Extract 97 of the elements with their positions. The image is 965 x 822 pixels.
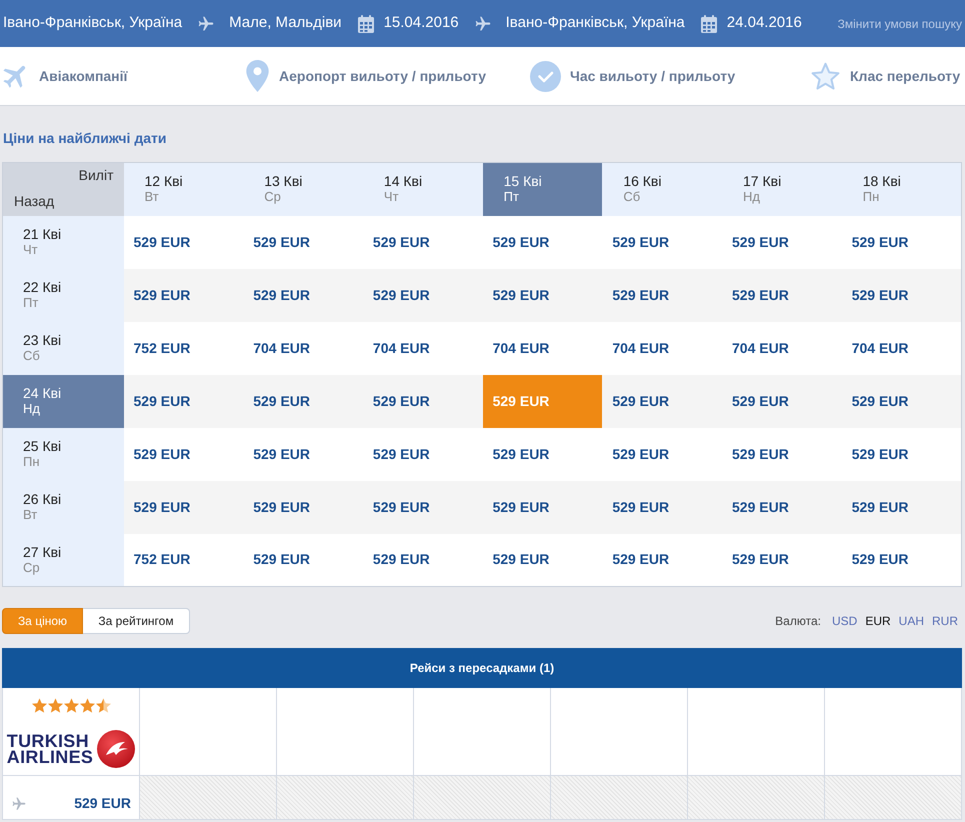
destination-city: Мале, Мальдіви xyxy=(229,13,342,34)
price-cell[interactable]: 752 EUR xyxy=(124,322,244,374)
price-cell[interactable]: 529 EUR xyxy=(482,428,602,480)
star-icon xyxy=(32,698,46,713)
price-cell[interactable]: 529 EUR xyxy=(362,374,483,428)
return-date-tab[interactable]: 26 Кві Вт xyxy=(2,480,124,534)
emblem-icon xyxy=(97,730,136,768)
price-cell[interactable]: 529 EUR xyxy=(842,428,962,480)
filter-tab[interactable]: Клас перельоту xyxy=(808,60,965,92)
origin-city: Івано-Франківськ, Україна xyxy=(3,13,182,34)
filter-tab[interactable]: Авіакомпанії xyxy=(0,62,243,90)
price-cell[interactable]: 529 EUR xyxy=(362,268,483,322)
price-cell[interactable]: 529 EUR xyxy=(842,374,962,428)
price-cell[interactable]: 529 EUR xyxy=(722,534,842,586)
price-cell[interactable]: 529 EUR xyxy=(124,374,244,428)
price-cell[interactable]: 529 EUR xyxy=(482,534,602,586)
price-cell[interactable]: 529 EUR xyxy=(243,428,363,480)
currency-link[interactable]: UAH xyxy=(898,612,924,630)
return-label: Назад xyxy=(14,193,56,209)
price-cell[interactable]: 529 EUR xyxy=(602,216,722,268)
departure-date-tab[interactable]: 16 Кві Сб xyxy=(602,162,722,216)
price-cell[interactable]: 529 EUR xyxy=(602,374,722,428)
airplane-icon xyxy=(12,797,26,811)
travel-date: 15.04.2016 xyxy=(384,13,459,34)
departure-date-tab[interactable]: 17 Кві Нд xyxy=(722,162,842,216)
map-pin-icon xyxy=(245,60,270,92)
calendar-icon xyxy=(700,14,717,32)
departure-date-tab[interactable]: 18 Кві Пн xyxy=(842,162,962,216)
price-cell[interactable]: 529 EUR xyxy=(362,534,483,586)
price-cell[interactable]: 529 EUR xyxy=(243,268,363,322)
sort-tab[interactable]: За рейтингом xyxy=(83,608,190,634)
price-cell[interactable]: 529 EUR xyxy=(362,428,483,480)
calendar-icon xyxy=(358,14,374,32)
price-cell[interactable]: 529 EUR xyxy=(842,216,962,268)
price-cell[interactable]: 529 EUR xyxy=(842,534,962,586)
currency-label: Валюта: xyxy=(775,613,821,630)
destination-city: Івано-Франківськ, Україна xyxy=(506,13,685,34)
price-cell[interactable]: 704 EUR xyxy=(243,322,363,374)
price-cell[interactable]: 529 EUR xyxy=(722,428,842,480)
price-cell[interactable]: 704 EUR xyxy=(482,322,602,374)
price-cell[interactable]: 529 EUR xyxy=(243,216,363,268)
star-icon xyxy=(48,698,62,713)
return-date-tab[interactable]: 24 Кві Нд xyxy=(2,374,124,428)
price-cell[interactable]: 529 EUR xyxy=(842,268,962,322)
price-cell[interactable]: 529 EUR xyxy=(124,268,244,322)
price-cell[interactable]: 529 EUR xyxy=(602,480,722,534)
price-cell[interactable]: 529 EUR xyxy=(362,216,483,268)
price-cell[interactable]: 529 EUR xyxy=(243,374,363,428)
price-cell[interactable]: 529 EUR xyxy=(243,534,363,586)
return-date-tab[interactable]: 21 Кві Чт xyxy=(2,216,124,268)
price-cell[interactable]: 529 EUR xyxy=(124,216,244,268)
currency-link[interactable]: EUR xyxy=(865,612,891,630)
price-cell[interactable]: 704 EUR xyxy=(602,322,722,374)
currency-link[interactable]: RUR xyxy=(932,612,958,630)
price-cell[interactable]: 529 EUR xyxy=(482,268,602,322)
price-cell[interactable]: 704 EUR xyxy=(362,322,483,374)
return-date-tab[interactable]: 23 Кві Сб xyxy=(2,322,124,374)
price-cell[interactable]: 529 EUR xyxy=(722,216,842,268)
price-cell[interactable]: 704 EUR xyxy=(842,322,962,374)
currency-link[interactable]: USD xyxy=(832,612,858,630)
star-icon xyxy=(96,698,110,713)
price-cell[interactable]: 529 EUR xyxy=(722,268,842,322)
travel-date: 24.04.2016 xyxy=(726,13,802,34)
results-header-bar: Рейси з пересадками (1) xyxy=(2,648,962,688)
price-cell[interactable]: 529 EUR xyxy=(602,428,722,480)
price-cell[interactable]: 529 EUR xyxy=(722,374,842,428)
price-cell[interactable]: 529 EUR xyxy=(362,480,483,534)
return-date-tab[interactable]: 27 Кві Ср xyxy=(2,534,124,586)
star-icon xyxy=(80,698,94,713)
star-outline-icon xyxy=(810,60,841,92)
star-icon xyxy=(64,698,78,713)
price-cell[interactable]: 704 EUR xyxy=(722,322,842,374)
filter-tab[interactable]: Час вильоту / прильоту xyxy=(528,60,808,92)
price-cell[interactable]: 529 EUR xyxy=(124,480,244,534)
section-title: Ціни на найближчі дати xyxy=(3,130,168,146)
filter-tab[interactable]: Аеропорт вильоту / прильоту xyxy=(243,60,528,92)
price-cell[interactable]: 529 EUR xyxy=(602,534,722,586)
departure-date-tab[interactable]: 12 Кві Вт xyxy=(124,162,244,216)
price-cell[interactable]: 529 EUR xyxy=(842,480,962,534)
price-cell[interactable]: 529 EUR xyxy=(602,268,722,322)
airline-logo-text: TURKISH AIRLINES xyxy=(6,733,94,765)
price-cell[interactable]: 529 EUR xyxy=(482,216,602,268)
departure-label: Виліт xyxy=(78,167,114,183)
departure-date-tab[interactable]: 15 Кві Пт xyxy=(482,162,602,216)
price-cell[interactable]: 529 EUR xyxy=(124,428,244,480)
price-cell[interactable]: 529 EUR xyxy=(722,480,842,534)
price-cell[interactable]: 752 EUR xyxy=(124,534,244,586)
departure-date-tab[interactable]: 13 Кві Ср xyxy=(243,162,363,216)
return-date-tab[interactable]: 25 Кві Пн xyxy=(2,428,124,480)
airplane-icon xyxy=(198,16,214,32)
price-cell[interactable]: 529 EUR xyxy=(482,480,602,534)
flight-price[interactable]: 529 EUR xyxy=(74,795,131,811)
departure-date-tab[interactable]: 14 Кві Чт xyxy=(362,162,483,216)
airplane-icon xyxy=(474,16,491,32)
checkmark-circle-icon xyxy=(530,60,561,92)
price-cell[interactable]: 529 EUR xyxy=(243,480,363,534)
return-date-tab[interactable]: 22 Кві Пт xyxy=(2,268,124,322)
